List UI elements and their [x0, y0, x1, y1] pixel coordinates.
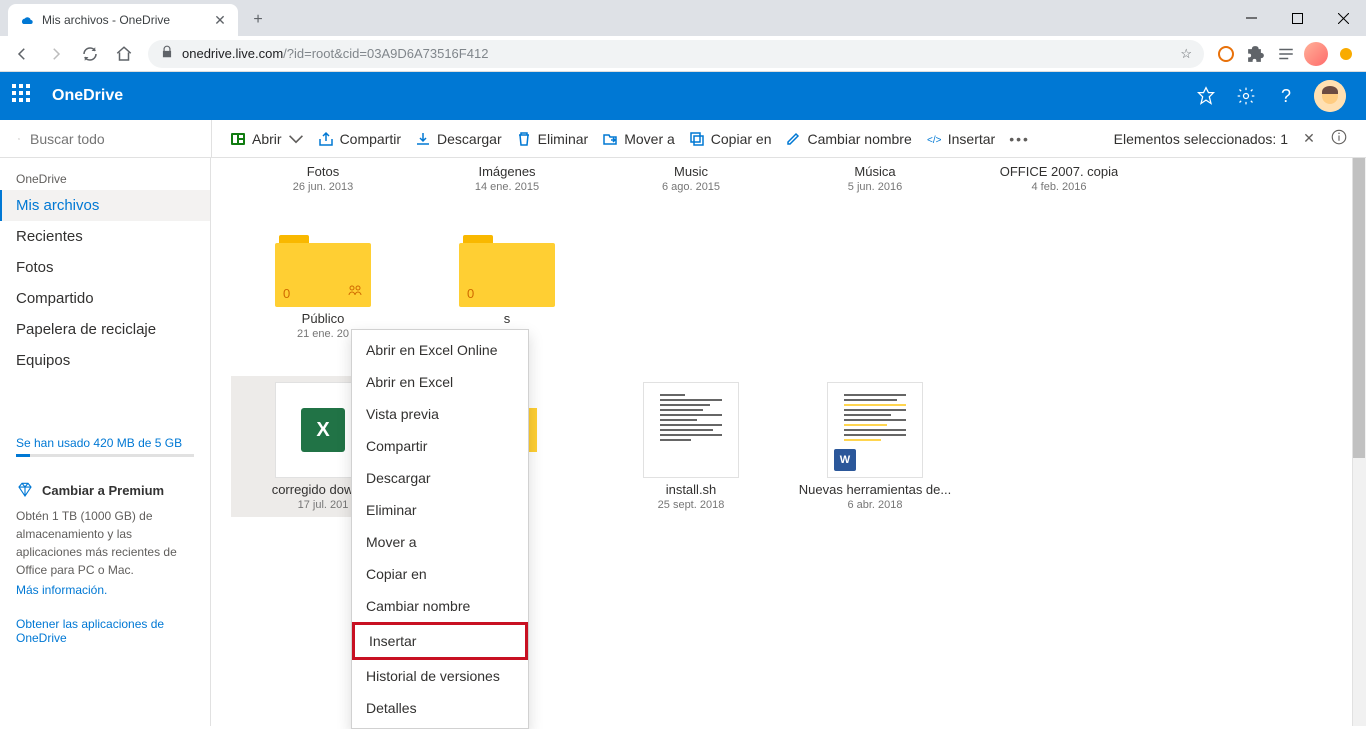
premium-icon[interactable]: [1186, 72, 1226, 120]
open-button[interactable]: Abrir: [230, 131, 304, 147]
file-row: Fotos26 jun. 2013 Imágenes14 ene. 2015 M…: [231, 158, 1346, 199]
folder-item[interactable]: Imágenes14 ene. 2015: [415, 158, 599, 199]
insert-button[interactable]: </>Insertar: [926, 131, 995, 147]
app-header: OneDrive ?: [0, 72, 1366, 120]
scrollbar[interactable]: [1352, 158, 1366, 726]
ctx-move[interactable]: Mover a: [352, 526, 528, 558]
nav-list: Mis archivos Recientes Fotos Compartido …: [0, 190, 210, 376]
url-text: onedrive.live.com/?id=root&cid=03A9D6A73…: [182, 46, 1172, 61]
forward-button[interactable]: [40, 38, 72, 70]
onedrive-favicon: [18, 12, 34, 28]
sidebar-item-recycle[interactable]: Papelera de reciclaje: [0, 314, 210, 345]
sidebar-item-my-files[interactable]: Mis archivos: [0, 190, 210, 221]
copy-button[interactable]: Copiar en: [689, 131, 772, 147]
storage-status[interactable]: Se han usado 420 MB de 5 GB: [0, 426, 210, 467]
command-bar: Abrir Compartir Descargar Eliminar Mover…: [211, 120, 1366, 157]
clear-selection-icon[interactable]: ✕: [1300, 130, 1318, 148]
sidebar: OneDrive Mis archivos Recientes Fotos Co…: [0, 158, 211, 726]
context-menu: Abrir en Excel Online Abrir en Excel Vis…: [351, 329, 529, 729]
word-thumbnail: W: [827, 382, 923, 478]
browser-toolbar: onedrive.live.com/?id=root&cid=03A9D6A73…: [0, 36, 1366, 72]
ctx-copy[interactable]: Copiar en: [352, 558, 528, 590]
diamond-icon: [16, 481, 34, 499]
command-bar-row: Abrir Compartir Descargar Eliminar Mover…: [0, 120, 1366, 158]
close-tab-icon[interactable]: ✕: [212, 12, 228, 28]
sidebar-item-recent[interactable]: Recientes: [0, 221, 210, 252]
ctx-open-online[interactable]: Abrir en Excel Online: [352, 334, 528, 366]
premium-box: Cambiar a Premium Obtén 1 TB (1000 GB) d…: [0, 467, 210, 659]
share-button[interactable]: Compartir: [318, 131, 401, 147]
delete-button[interactable]: Eliminar: [516, 131, 589, 147]
ctx-history[interactable]: Historial de versiones: [352, 660, 528, 692]
shared-icon: [347, 282, 363, 301]
user-avatar[interactable]: [1314, 80, 1346, 112]
chevron-down-icon: [288, 131, 304, 147]
back-button[interactable]: [6, 38, 38, 70]
folder-item[interactable]: Music6 ago. 2015: [599, 158, 783, 199]
settings-icon[interactable]: [1226, 72, 1266, 120]
sidebar-item-shared[interactable]: Compartido: [0, 283, 210, 314]
more-button[interactable]: •••: [1009, 131, 1030, 147]
sidebar-item-teams[interactable]: Equipos: [0, 345, 210, 376]
search-icon: [18, 131, 20, 147]
rename-button[interactable]: Cambiar nombre: [785, 131, 911, 147]
home-button[interactable]: [108, 38, 140, 70]
search-input[interactable]: [30, 131, 211, 147]
breadcrumb: OneDrive: [0, 166, 210, 190]
update-icon[interactable]: [1332, 40, 1360, 68]
ctx-open-excel[interactable]: Abrir en Excel: [352, 366, 528, 398]
app-launcher-icon[interactable]: [12, 84, 36, 108]
folder-item[interactable]: Fotos26 jun. 2013: [231, 158, 415, 199]
window-controls: [1228, 0, 1366, 36]
ctx-share[interactable]: Compartir: [352, 430, 528, 462]
ctx-delete[interactable]: Eliminar: [352, 494, 528, 526]
premium-desc: Obtén 1 TB (1000 GB) de almacenamiento y…: [16, 507, 194, 579]
folder-item[interactable]: Música5 jun. 2016: [783, 158, 967, 199]
main-area: OneDrive Mis archivos Recientes Fotos Co…: [0, 158, 1366, 726]
reload-button[interactable]: [74, 38, 106, 70]
browser-tab-strip: Mis archivos - OneDrive ✕ +: [0, 0, 1366, 36]
ctx-preview[interactable]: Vista previa: [352, 398, 528, 430]
ctx-insert[interactable]: Insertar: [352, 622, 528, 660]
ctx-details[interactable]: Detalles: [352, 692, 528, 724]
app-title: OneDrive: [52, 87, 123, 105]
minimize-button[interactable]: [1228, 0, 1274, 36]
reading-list-icon[interactable]: [1272, 40, 1300, 68]
premium-title: Cambiar a Premium: [16, 481, 194, 499]
address-bar[interactable]: onedrive.live.com/?id=root&cid=03A9D6A73…: [148, 40, 1204, 68]
extensions-button[interactable]: [1242, 40, 1270, 68]
excel-icon: X: [301, 408, 345, 452]
file-item-word[interactable]: W Nuevas herramientas de...6 abr. 2018: [783, 376, 967, 517]
get-apps-link[interactable]: Obtener las aplicaciones de OneDrive: [16, 617, 194, 645]
svg-text:</>: </>: [927, 135, 942, 146]
browser-tab[interactable]: Mis archivos - OneDrive ✕: [8, 4, 238, 36]
tab-title: Mis archivos - OneDrive: [42, 13, 170, 27]
search-box[interactable]: [0, 131, 211, 147]
text-thumbnail: [643, 382, 739, 478]
ctx-rename[interactable]: Cambiar nombre: [352, 590, 528, 622]
file-item-text[interactable]: install.sh25 sept. 2018: [599, 376, 783, 517]
lock-icon: [160, 45, 174, 62]
profile-avatar[interactable]: [1302, 40, 1330, 68]
storage-bar: [16, 454, 194, 457]
sidebar-item-photos[interactable]: Fotos: [0, 252, 210, 283]
selection-status: Elementos seleccionados: 1: [1114, 131, 1288, 147]
new-tab-button[interactable]: +: [244, 6, 272, 34]
extension-icon[interactable]: [1212, 40, 1240, 68]
folder-icon: 0: [459, 235, 555, 307]
move-button[interactable]: Mover a: [602, 131, 675, 147]
info-icon[interactable]: [1330, 128, 1348, 149]
star-icon[interactable]: ☆: [1180, 46, 1192, 62]
folder-icon: 0: [275, 235, 371, 307]
scrollbar-thumb[interactable]: [1353, 158, 1365, 458]
ctx-download[interactable]: Descargar: [352, 462, 528, 494]
folder-item[interactable]: OFFICE 2007. copia4 feb. 2016: [967, 158, 1151, 199]
maximize-button[interactable]: [1274, 0, 1320, 36]
close-window-button[interactable]: [1320, 0, 1366, 36]
download-button[interactable]: Descargar: [415, 131, 502, 147]
word-icon: W: [834, 449, 856, 471]
help-icon[interactable]: ?: [1266, 72, 1306, 120]
premium-more-link[interactable]: Más información.: [16, 583, 194, 597]
